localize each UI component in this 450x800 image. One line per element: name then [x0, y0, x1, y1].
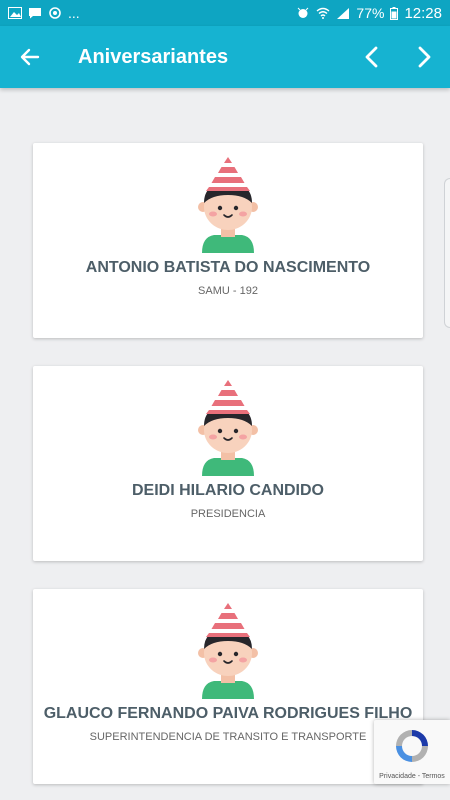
edge-panel-handle[interactable]: [444, 178, 450, 328]
privacy-link[interactable]: Privacidade: [379, 773, 416, 780]
image-notification-icon: [8, 7, 22, 19]
previous-button[interactable]: [346, 26, 398, 88]
party-boy-avatar-icon: [197, 603, 259, 699]
back-button[interactable]: [0, 26, 60, 88]
person-department: SAMU - 192: [198, 285, 258, 297]
party-boy-avatar-icon: [197, 380, 259, 476]
chevron-right-icon: [418, 46, 431, 68]
notification-overflow: ...: [68, 5, 80, 21]
birthday-card[interactable]: DEIDI HILARIO CANDIDO PRESIDENCIA: [33, 366, 423, 561]
alarm-icon: [298, 7, 309, 18]
person-name: ANTONIO BATISTA DO NASCIMENTO: [85, 259, 371, 276]
battery-icon: [390, 6, 399, 20]
status-bar: ... 77% 12:28: [0, 0, 450, 26]
recaptcha-badge[interactable]: Privacidade - Termos: [374, 720, 450, 784]
person-department: PRESIDENCIA: [190, 508, 266, 520]
page-title: Aniversariantes: [78, 45, 229, 68]
birthday-card[interactable]: GLAUCO FERNANDO PAIVA RODRIGUES FILHO SU…: [33, 589, 423, 784]
clock: 12:28: [404, 4, 442, 22]
terms-link[interactable]: Termos: [422, 773, 445, 780]
chat-notification-icon: [29, 8, 41, 19]
birthday-card[interactable]: ANTONIO BATISTA DO NASCIMENTO SAMU - 192: [33, 143, 423, 338]
sync-notification-icon: [49, 7, 61, 19]
next-button[interactable]: [398, 26, 450, 88]
arrow-left-icon: [20, 48, 40, 66]
signal-icon: [337, 8, 350, 19]
app-bar: Aniversariantes: [0, 26, 450, 88]
person-department: SUPERINTENDENCIA DE TRANSITO E TRANSPORT…: [89, 731, 367, 743]
person-name: GLAUCO FERNANDO PAIVA RODRIGUES FILHO: [43, 705, 413, 722]
person-name: DEIDI HILARIO CANDIDO: [132, 482, 324, 499]
chevron-left-icon: [365, 46, 378, 68]
party-boy-avatar-icon: [197, 157, 259, 253]
recaptcha-icon: [396, 730, 428, 762]
battery-percent: 77%: [356, 5, 385, 21]
wifi-icon: [316, 7, 330, 19]
